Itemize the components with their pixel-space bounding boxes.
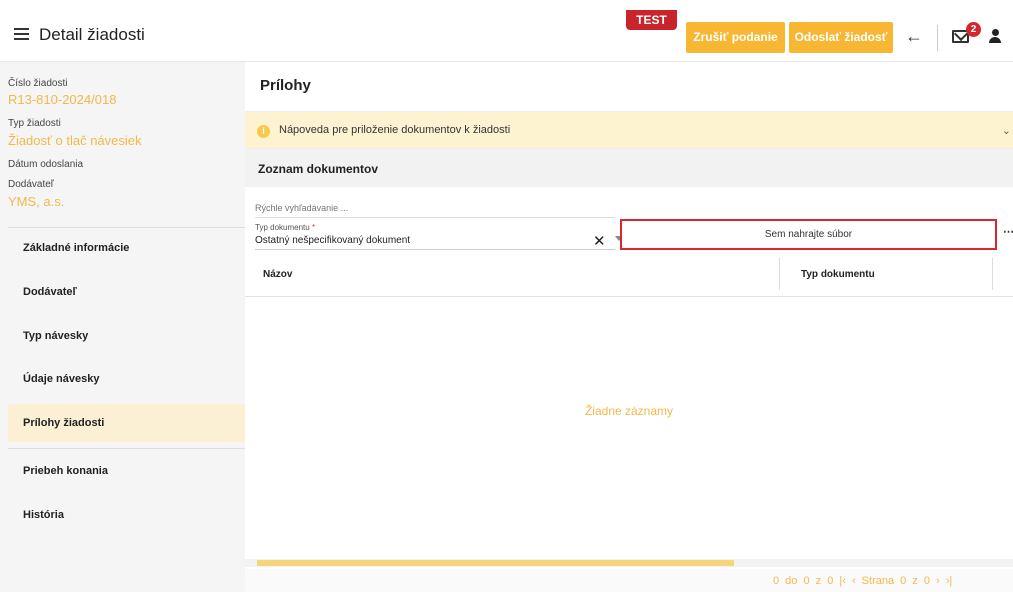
supplier-label: Dodávateľ	[8, 179, 54, 190]
sidebar-item-tag-data[interactable]: Údaje návesky	[8, 360, 245, 398]
sidebar-item-tag-type[interactable]: Typ návesky	[8, 317, 245, 355]
horizontal-scrollbar[interactable]	[245, 559, 1013, 567]
document-list-title: Zoznam dokumentov	[258, 162, 379, 176]
column-header-name[interactable]: Názov	[263, 269, 292, 280]
request-type-value: Žiadosť o tlač návesiek	[8, 133, 142, 148]
request-type-label: Typ žiadosti	[8, 118, 61, 129]
send-request-button[interactable]: Odoslať žiadosť	[789, 22, 893, 53]
request-number-label: Číslo žiadosti	[8, 78, 68, 89]
document-type-select[interactable]: Typ dokumentu * Ostatný nešpecifikovaný …	[255, 220, 623, 250]
cancel-submission-button[interactable]: Zrušiť podanie	[686, 22, 785, 53]
supplier-value: YMS, a.s.	[8, 194, 65, 209]
request-number-value: R13-810-2024/018	[8, 92, 117, 107]
help-panel[interactable]: i Nápoveda pre priloženie dokumentov k ž…	[245, 111, 1013, 149]
sidebar-item-history[interactable]: História	[8, 496, 245, 534]
sidebar-nav-divider	[8, 448, 245, 449]
file-upload-dropzone[interactable]: Sem nahrajte súbor	[620, 219, 997, 250]
chevron-down-icon[interactable]: ⌄	[1002, 124, 1011, 137]
sidebar-item-attachments[interactable]: Prílohy žiadosti	[8, 404, 245, 442]
header-divider	[937, 25, 938, 51]
environment-badge: TEST	[626, 10, 677, 30]
notification-badge: 2	[966, 22, 981, 37]
column-divider[interactable]	[779, 258, 780, 290]
clear-icon[interactable]: ✕	[593, 232, 606, 250]
user-icon[interactable]	[988, 29, 1002, 45]
info-icon: i	[257, 125, 270, 138]
document-type-label: Typ dokumentu *	[255, 223, 316, 232]
sidebar: Číslo žiadosti R13-810-2024/018 Typ žiad…	[0, 62, 245, 592]
more-options-icon[interactable]: ⋯	[1003, 225, 1013, 238]
document-type-value: Ostatný nešpecifikovaný dokument	[255, 235, 411, 246]
pagination-bar: 0 do 0 z 0 |‹ ‹ Strana 0 z 0 › ›|	[245, 569, 1013, 592]
column-header-document-type[interactable]: Typ dokumentu	[801, 269, 875, 280]
sidebar-item-proceedings[interactable]: Priebeh konania	[8, 452, 245, 490]
sidebar-item-basic-info[interactable]: Základné informácie	[8, 229, 245, 267]
help-text: Nápoveda pre priloženie dokumentov k žia…	[279, 124, 511, 136]
column-divider[interactable]	[992, 258, 993, 290]
back-arrow-icon[interactable]: ←	[905, 26, 923, 47]
sidebar-divider	[8, 227, 245, 228]
main-content: Prílohy i Nápoveda pre priloženie dokume…	[245, 62, 1013, 592]
scrollbar-thumb[interactable]	[257, 560, 734, 566]
quick-search-input[interactable]	[255, 198, 615, 218]
empty-table-message: Žiadne záznamy	[584, 404, 674, 418]
section-title: Prílohy	[260, 77, 311, 94]
top-bar: Detail žiadosti TEST Zrušiť podanie Odos…	[0, 0, 1013, 62]
submission-date-label: Dátum odoslania	[8, 159, 84, 170]
document-list-header: Zoznam dokumentov	[245, 149, 1013, 187]
page-title: Detail žiadosti	[39, 25, 145, 44]
table-header: Názov Typ dokumentu	[245, 252, 1013, 297]
menu-icon[interactable]	[14, 28, 29, 40]
sidebar-item-supplier[interactable]: Dodávateľ	[8, 273, 245, 311]
pagination-info[interactable]: 0 do 0 z 0 |‹ ‹ Strana 0 z 0 › ›|	[773, 575, 952, 587]
